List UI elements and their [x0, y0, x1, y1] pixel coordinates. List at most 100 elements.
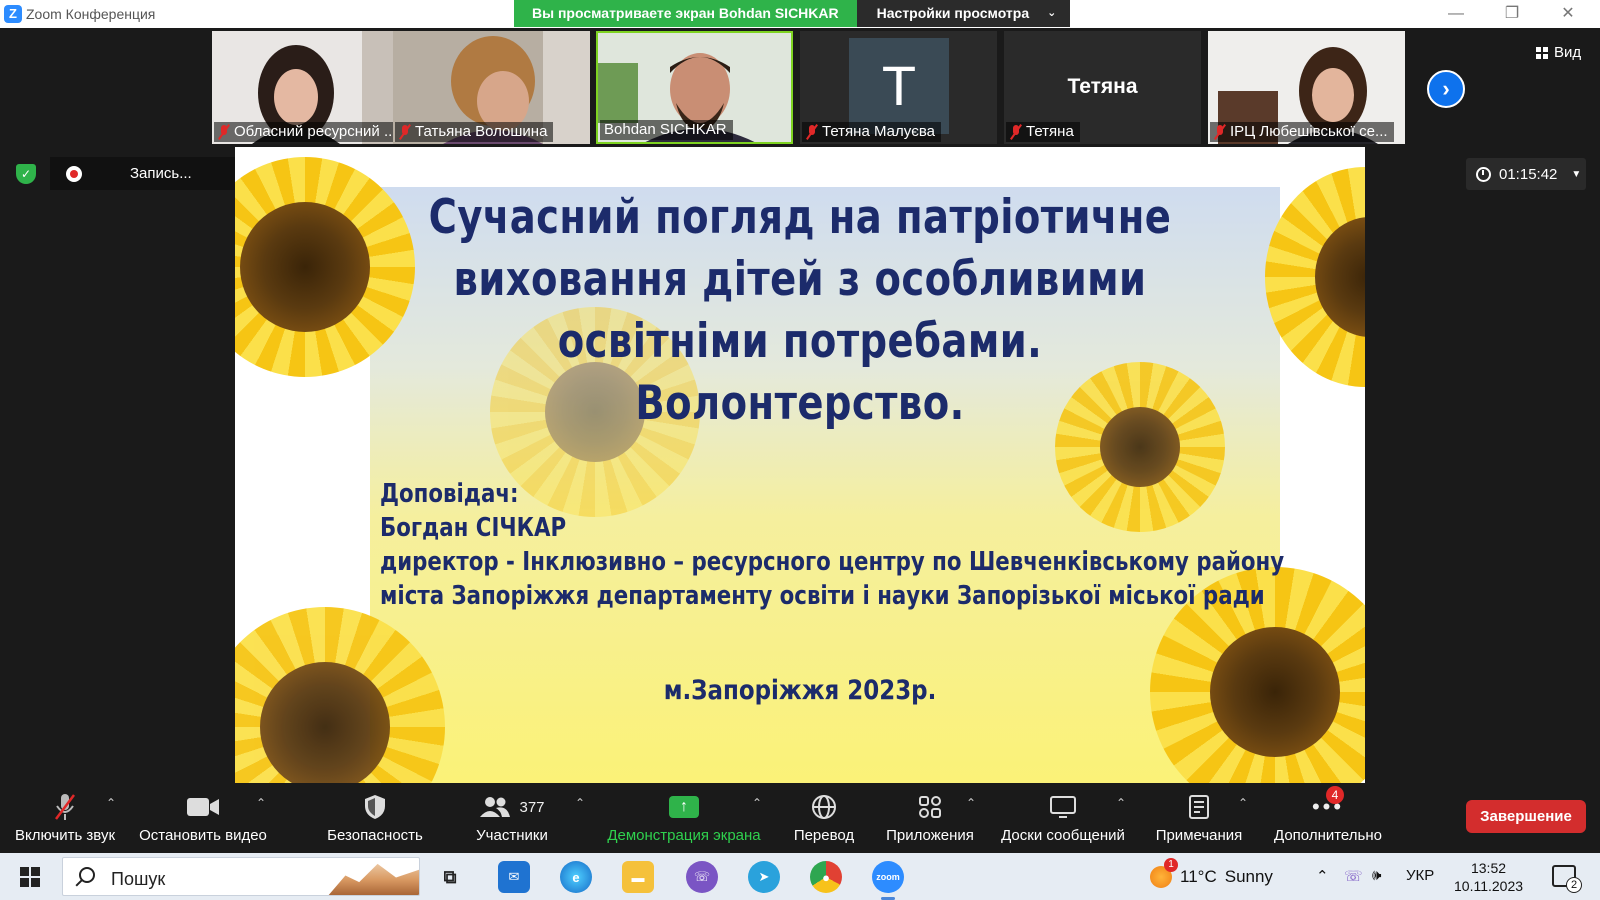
- taskbar-clock[interactable]: 13:52 10.11.2023: [1454, 859, 1523, 895]
- video-options-chevron-icon[interactable]: ⌃: [256, 796, 266, 810]
- muted-mic-icon: [399, 124, 411, 140]
- view-settings-button[interactable]: Настройки просмотра ⌄: [856, 0, 1071, 27]
- apps-icon: [880, 790, 980, 824]
- more-badge: 4: [1326, 786, 1344, 804]
- security-shield-icon: [320, 790, 430, 824]
- os-taskbar: Пошук ⧉ ✉ e ▬ ☏ ➤ ● zoom 1 11°C Sunny ⌃ …: [0, 853, 1600, 900]
- participants-button[interactable]: 377 Участники: [462, 786, 562, 852]
- participants-icon: 377: [462, 790, 562, 824]
- participant-name: Обласний ресурсний ...: [214, 122, 403, 142]
- encryption-shield-icon[interactable]: ✓: [16, 164, 36, 184]
- audio-options-chevron-icon[interactable]: ⌃: [106, 796, 116, 810]
- close-icon[interactable]: ✕: [1540, 0, 1596, 28]
- windows-start-icon[interactable]: [20, 867, 40, 887]
- meeting-toolbar: Включить звук ⌃ Остановить видео ⌃ Безоп…: [0, 786, 1600, 852]
- weather-widget[interactable]: 1 11°C Sunny: [1150, 858, 1273, 888]
- search-placeholder: Пошук: [111, 869, 166, 889]
- participant-name: Тетяна: [1006, 122, 1080, 142]
- participant-tile[interactable]: ІРЦ Любешівської се...: [1208, 31, 1405, 144]
- mail-app-icon[interactable]: ✉: [498, 861, 530, 893]
- chrome-browser-icon[interactable]: ●: [810, 861, 842, 893]
- zoom-app-icon[interactable]: zoom: [872, 861, 904, 900]
- apps-button[interactable]: Приложения: [880, 786, 980, 852]
- slide-place-year: м.Запоріжжя 2023р.: [663, 675, 937, 706]
- whiteboard-icon: [996, 790, 1130, 824]
- view-settings-label: Настройки просмотра: [876, 5, 1030, 21]
- telegram-app-icon[interactable]: ➤: [748, 861, 780, 893]
- speaker-volume-icon[interactable]: 🕪: [1372, 867, 1381, 884]
- tray-chevron-up-icon[interactable]: ⌃: [1316, 867, 1329, 885]
- unmute-button[interactable]: Включить звук: [8, 786, 122, 852]
- clock-time: 13:52: [1470, 860, 1507, 876]
- clock-icon: [1476, 166, 1491, 182]
- chevron-down-icon: ▼: [1571, 168, 1582, 180]
- language-indicator[interactable]: УКР: [1406, 867, 1434, 884]
- taskbar-search-input[interactable]: Пошук: [62, 857, 420, 896]
- next-page-arrow-button[interactable]: ›: [1427, 70, 1465, 108]
- meeting-timer-value: 01:15:42: [1499, 165, 1558, 183]
- share-screen-button[interactable]: ↑ Демонстрация экрана: [604, 786, 764, 852]
- recording-label: Запись...: [130, 165, 192, 182]
- translation-button[interactable]: Перевод: [784, 786, 864, 852]
- muted-mic-icon: [218, 124, 230, 140]
- search-icon: [79, 867, 95, 883]
- share-screen-icon: ↑: [669, 796, 699, 818]
- minimize-icon[interactable]: —: [1428, 0, 1484, 28]
- participant-name: Bohdan SICHKAR: [600, 120, 733, 140]
- end-meeting-button[interactable]: Завершение: [1466, 800, 1586, 833]
- weather-temp: 11°C: [1180, 867, 1217, 886]
- participant-tile[interactable]: Тетяна Тетяна: [1004, 31, 1201, 144]
- notes-icon: [1150, 790, 1248, 824]
- edge-browser-icon[interactable]: e: [560, 861, 592, 893]
- clock-date: 10.11.2023: [1454, 878, 1524, 894]
- participant-tile[interactable]: Татьяна Волошина: [393, 31, 590, 144]
- apps-options-chevron-icon[interactable]: ⌃: [966, 796, 976, 810]
- share-banner: Вы просматриваете экран Bohdan SICHKAR Н…: [514, 0, 1071, 27]
- stop-video-button[interactable]: Остановить видео: [134, 786, 272, 852]
- zoom-logo-icon: Z: [4, 5, 22, 23]
- weather-badge: 1: [1164, 858, 1178, 872]
- participants-options-chevron-icon[interactable]: ⌃: [575, 796, 585, 810]
- muted-mic-icon: [1010, 124, 1022, 140]
- chevron-down-icon: ⌄: [1047, 7, 1057, 19]
- notes-button[interactable]: Примечания: [1150, 786, 1248, 852]
- participants-count: 377: [519, 798, 545, 816]
- view-button[interactable]: Вид: [1536, 44, 1581, 61]
- participant-name: Татьяна Волошина: [395, 122, 554, 142]
- task-view-icon[interactable]: ⧉: [434, 861, 466, 893]
- globe-icon: [784, 790, 864, 824]
- restore-icon[interactable]: ❐: [1484, 0, 1540, 28]
- weather-desc: Sunny: [1224, 867, 1273, 886]
- participant-display-name: Тетяна: [1067, 75, 1138, 98]
- recording-dot-icon: [66, 165, 82, 182]
- video-camera-icon: [134, 790, 272, 824]
- view-label: Вид: [1554, 44, 1582, 61]
- notifications-icon[interactable]: 2: [1552, 865, 1582, 893]
- avatar: T: [849, 38, 949, 134]
- participant-name: Тетяна Малуєва: [802, 122, 942, 142]
- participant-tile[interactable]: T Тетяна Малуєва: [800, 31, 997, 144]
- participant-name: ІРЦ Любешівської се...: [1210, 122, 1394, 142]
- shared-screen: Сучасний погляд на патріотичне виховання…: [235, 147, 1365, 783]
- notes-options-chevron-icon[interactable]: ⌃: [1238, 796, 1248, 810]
- security-button[interactable]: Безопасность: [320, 786, 430, 852]
- viewing-screen-label: Вы просматриваете экран Bohdan SICHKAR: [514, 0, 857, 27]
- window-title: Zoom Конференция: [26, 6, 156, 22]
- participant-tile[interactable]: Обласний ресурсний ...: [212, 31, 409, 144]
- whiteboards-button[interactable]: Доски сообщений: [996, 786, 1130, 852]
- muted-mic-icon: [1214, 124, 1226, 140]
- meeting-timer[interactable]: 01:15:42 ▼: [1466, 158, 1586, 190]
- muted-mic-icon: [8, 790, 122, 824]
- sunflower-image: [1265, 167, 1365, 387]
- search-highlight-image: [327, 863, 419, 895]
- whiteboards-options-chevron-icon[interactable]: ⌃: [1116, 796, 1126, 810]
- viber-app-icon[interactable]: ☏: [686, 861, 718, 893]
- muted-mic-icon: [806, 124, 818, 140]
- notifications-count: 2: [1566, 877, 1582, 893]
- share-options-chevron-icon[interactable]: ⌃: [752, 796, 762, 810]
- slide-title: Сучасний погляд на патріотичне виховання…: [428, 190, 1172, 431]
- file-explorer-icon[interactable]: ▬: [622, 861, 654, 893]
- viber-tray-icon[interactable]: ☏: [1344, 867, 1363, 885]
- participant-tile-active-speaker[interactable]: Bohdan SICHKAR: [596, 31, 793, 144]
- gallery-view-icon: [1536, 46, 1548, 59]
